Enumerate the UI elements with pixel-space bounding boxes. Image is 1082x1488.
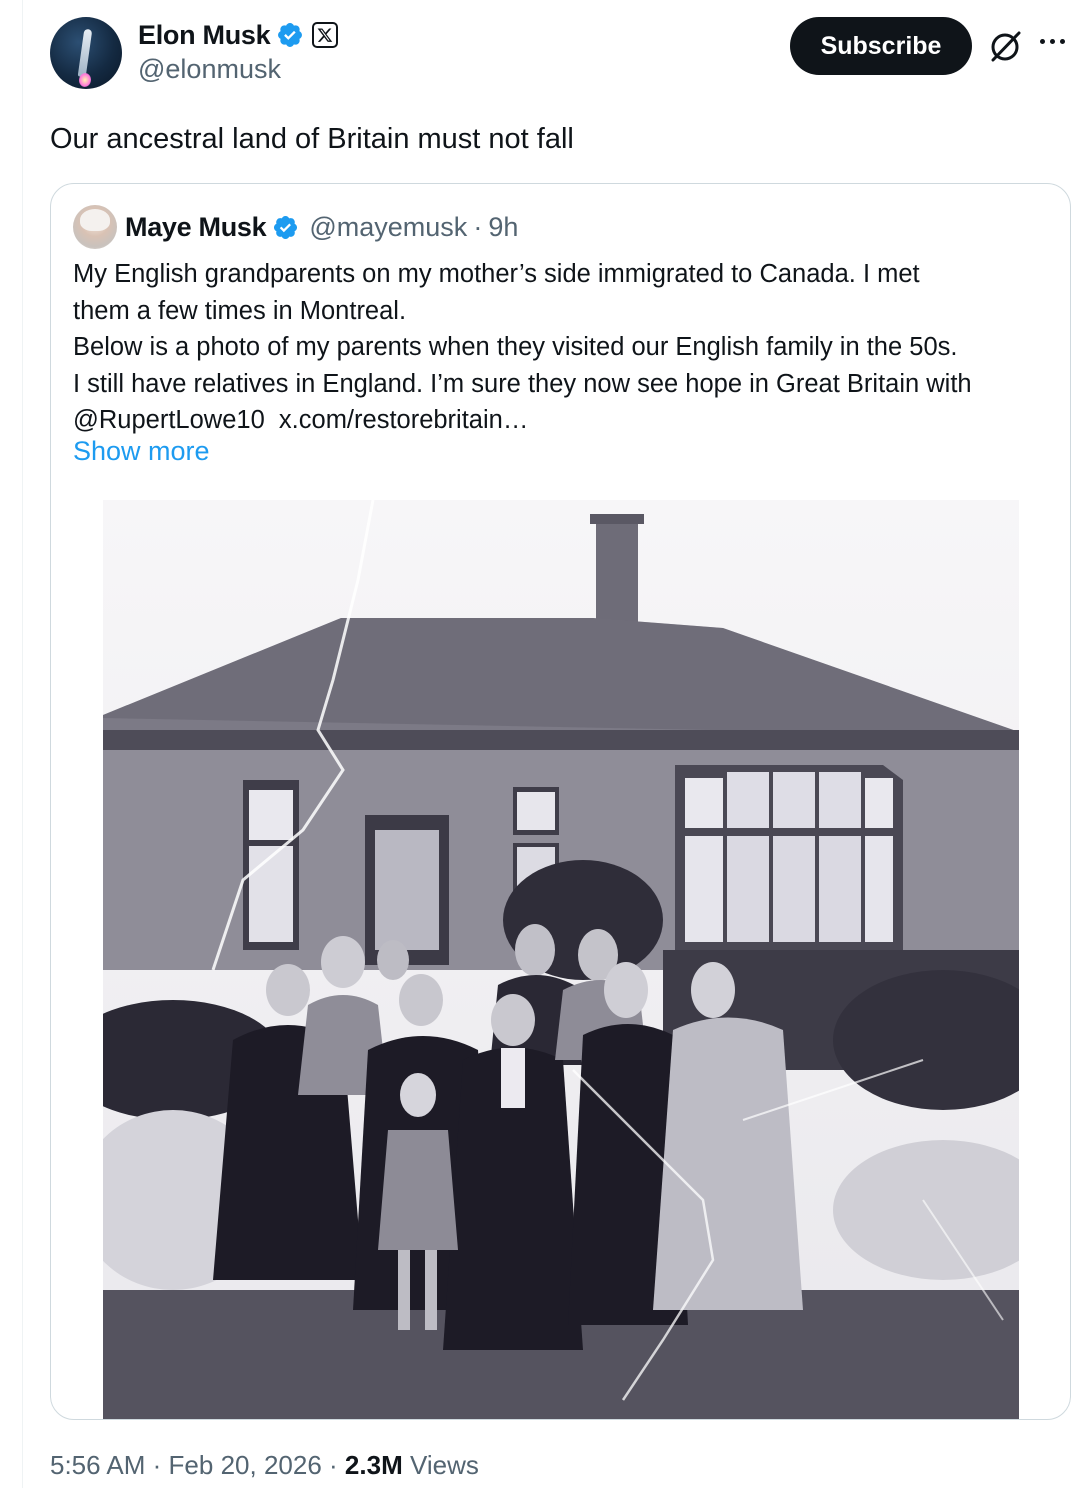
author-avatar[interactable]	[50, 17, 122, 89]
dot	[1040, 38, 1045, 44]
post-date[interactable]: Feb 20, 2026	[169, 1450, 322, 1480]
x-logo-icon[interactable]	[312, 22, 339, 48]
more-options-icon[interactable]	[1040, 34, 1070, 48]
verified-badge-icon[interactable]	[272, 214, 299, 241]
quoted-text-line: Below is a photo of my parents when they…	[73, 333, 958, 361]
quoted-timestamp[interactable]: 9h	[488, 212, 518, 243]
timeline-border	[22, 0, 23, 1488]
quoted-text-line: them a few times in Montreal.	[73, 296, 407, 325]
dot	[1060, 38, 1065, 44]
avatar-rocket	[77, 28, 93, 78]
verified-badge-icon[interactable]	[276, 21, 304, 49]
views-label[interactable]: Views	[410, 1450, 479, 1480]
tweet-meta: 5:56 AM · Feb 20, 2026 · 2.3M Views	[50, 1450, 479, 1481]
quoted-handle[interactable]: @mayemusk	[309, 212, 467, 243]
separator-dot: ·	[152, 1450, 162, 1480]
quoted-display-name[interactable]: Maye Musk	[125, 212, 267, 243]
subscribe-button[interactable]: Subscribe	[790, 17, 972, 75]
views-count[interactable]: 2.3M	[345, 1450, 403, 1480]
quoted-text-line: I still have relatives in England. I’m s…	[73, 369, 972, 398]
author-display-name[interactable]: Elon Musk	[138, 20, 271, 51]
quoted-tweet-card[interactable]: Maye Musk @mayemusk · 9h My English gran…	[50, 183, 1071, 1420]
url-link[interactable]: x.com/restorebritain…	[279, 406, 528, 434]
avatar-flame	[78, 72, 92, 88]
separator-dot: ·	[329, 1450, 338, 1480]
quoted-header: Maye Musk @mayemusk · 9h	[73, 205, 518, 249]
author-name-row: Elon Musk	[138, 18, 339, 52]
separator-dot: ·	[473, 211, 483, 242]
family-photo[interactable]	[103, 500, 1019, 1420]
mention-link[interactable]: @RupertLowe10	[73, 406, 265, 434]
author-handle[interactable]: @elonmusk	[138, 54, 281, 85]
post-time[interactable]: 5:56 AM	[50, 1450, 145, 1480]
quoted-text: My English grandparents on my mother’s s…	[73, 256, 1053, 439]
dot	[1050, 38, 1055, 44]
tweet-text: Our ancestral land of Britain must not f…	[50, 123, 574, 155]
quoted-text-line: @RupertLowe10 x.com/restorebritain…	[73, 402, 1053, 439]
show-more-link[interactable]: Show more	[73, 436, 210, 467]
grok-icon[interactable]	[985, 28, 1025, 64]
quoted-avatar[interactable]	[73, 205, 117, 249]
quoted-text-line: My English grandparents on my mother’s s…	[73, 260, 920, 288]
